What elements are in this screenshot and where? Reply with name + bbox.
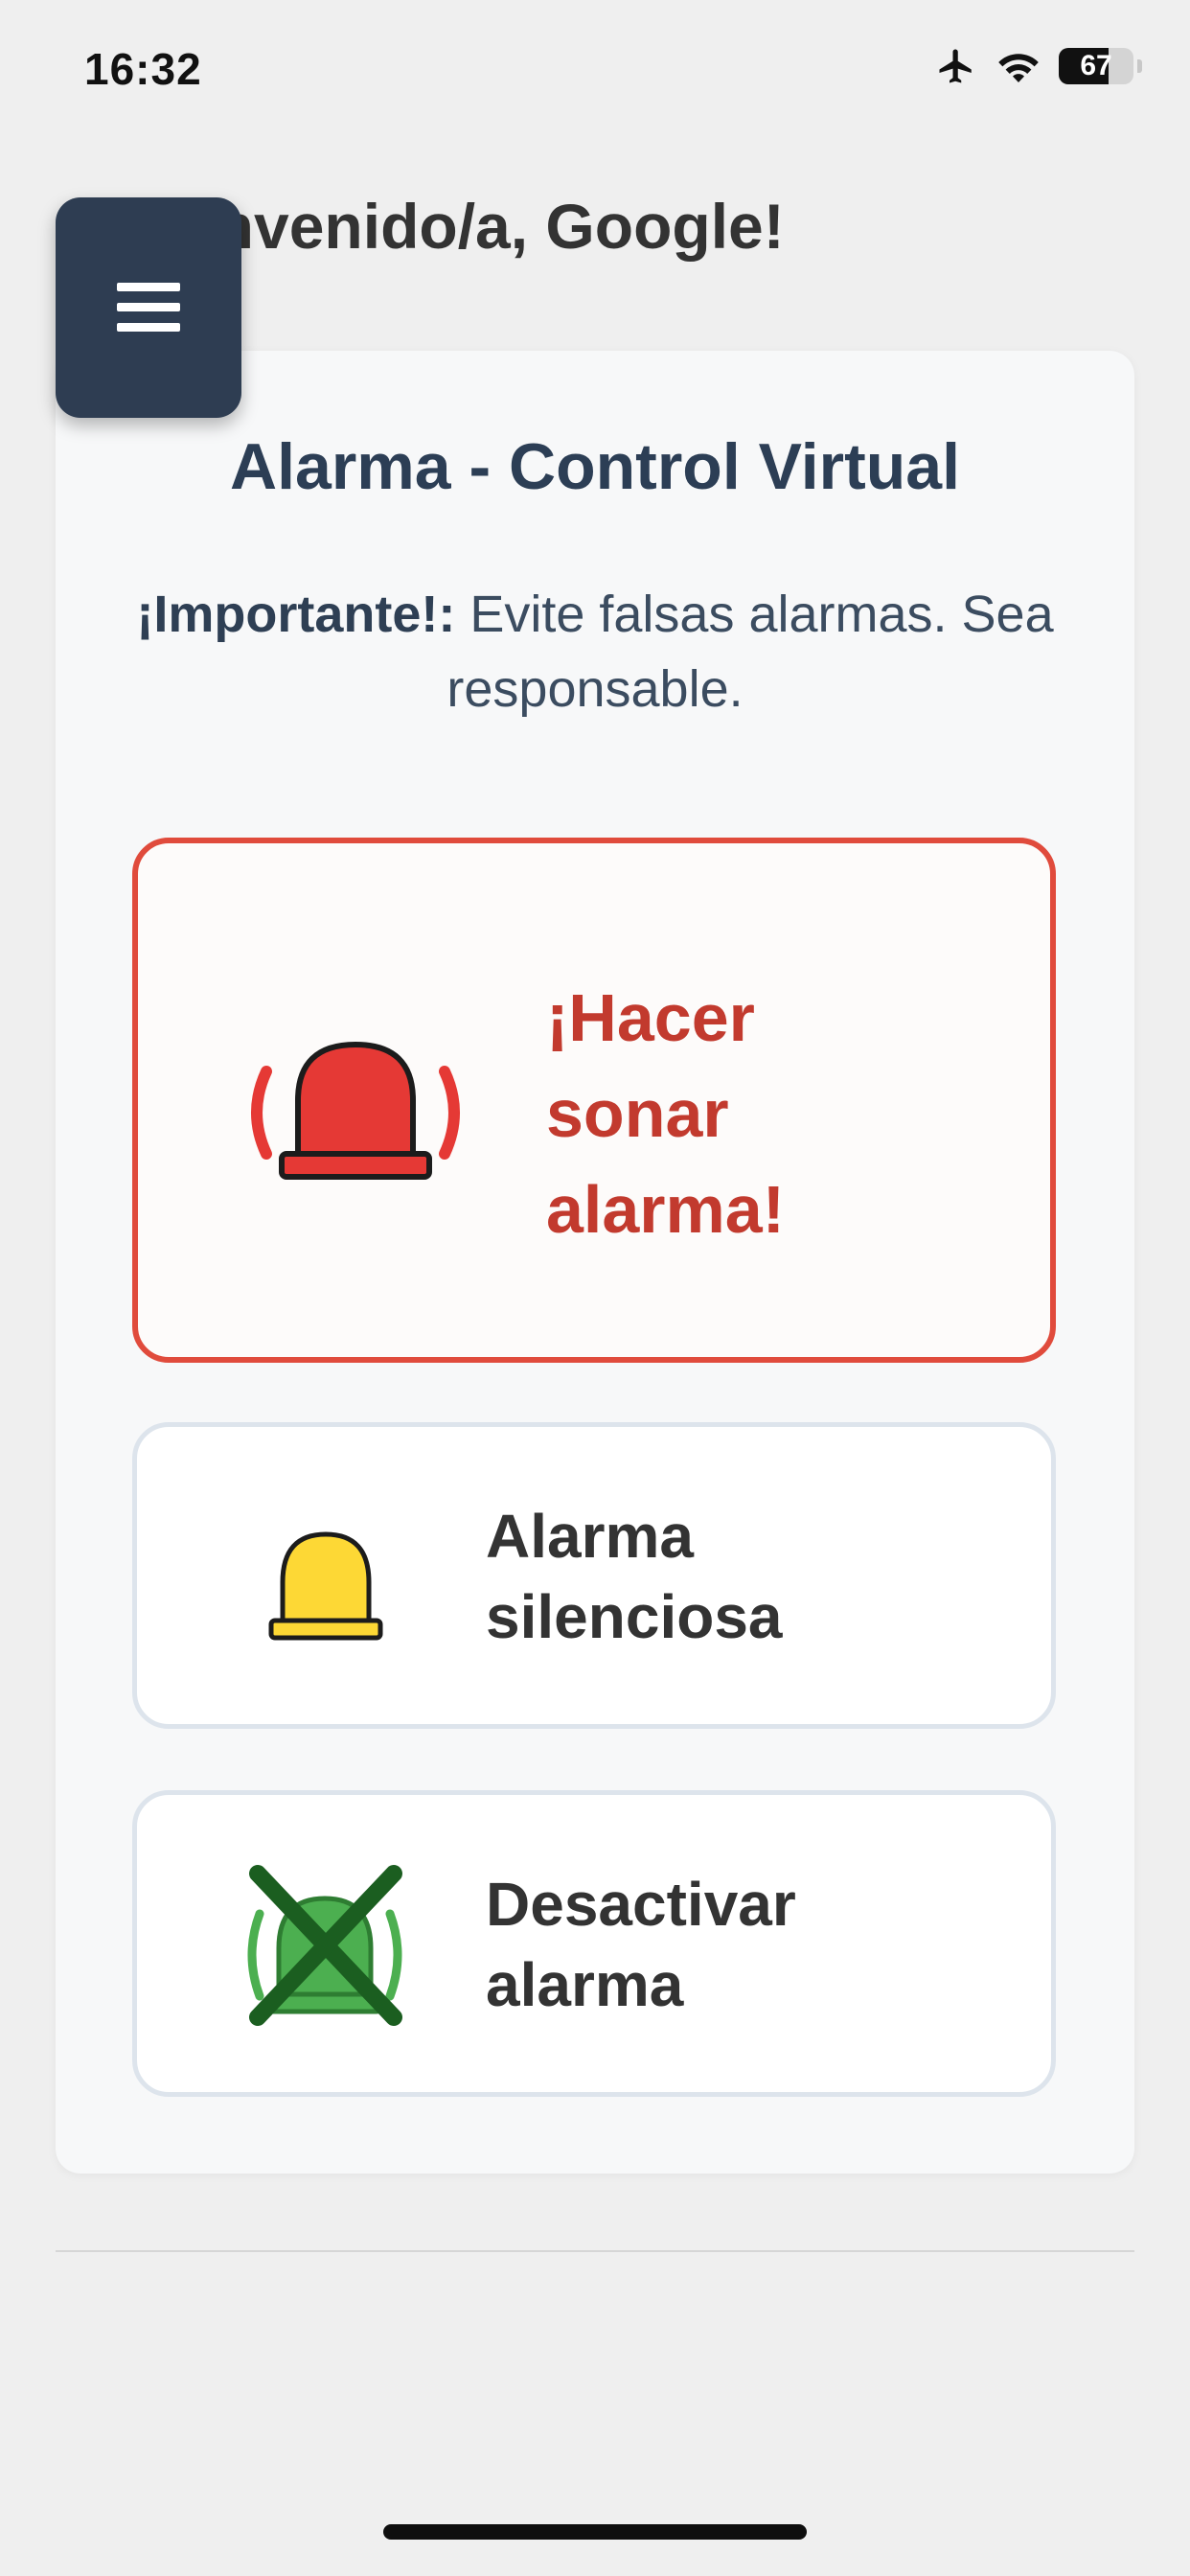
hamburger-menu-icon: [117, 283, 180, 333]
battery-level: 67: [1080, 50, 1112, 81]
footer-divider: [56, 2250, 1134, 2252]
battery-cap: [1137, 59, 1142, 73]
deactivate-alarm-label: Desactivar alarma: [486, 1870, 796, 2019]
card-title: Alarma - Control Virtual: [230, 430, 960, 503]
notice-text: Evite falsas alarmas. Sea responsable.: [446, 586, 1054, 718]
sound-alarm-label: ¡Hacer sonar alarma!: [546, 980, 786, 1247]
battery-icon: 67: [1059, 48, 1133, 84]
sound-alarm-button[interactable]: ¡Hacer sonar alarma!: [132, 838, 1056, 1363]
silent-alarm-button[interactable]: Alarma silenciosa: [132, 1422, 1056, 1729]
menu-button[interactable]: [56, 197, 241, 418]
home-indicator[interactable]: [383, 2524, 807, 2540]
wifi-icon: [995, 48, 1041, 84]
status-time: 16:32: [84, 44, 202, 94]
silent-alarm-label: Alarma silenciosa: [486, 1502, 783, 1651]
important-notice: ¡Importante!: Evite falsas alarmas. Sea …: [115, 577, 1075, 726]
yellow-siren-icon: [263, 1529, 388, 1648]
deactivate-alarm-button[interactable]: Desactivar alarma: [132, 1790, 1056, 2097]
green-siren-crossed-icon: [239, 1864, 411, 2032]
status-bar: 16:32 67: [0, 0, 1190, 144]
status-icons: 67: [934, 46, 1142, 86]
notice-label: ¡Importante!:: [136, 586, 456, 643]
red-siren-icon: [245, 1041, 466, 1189]
airplane-mode-icon: [934, 46, 978, 86]
